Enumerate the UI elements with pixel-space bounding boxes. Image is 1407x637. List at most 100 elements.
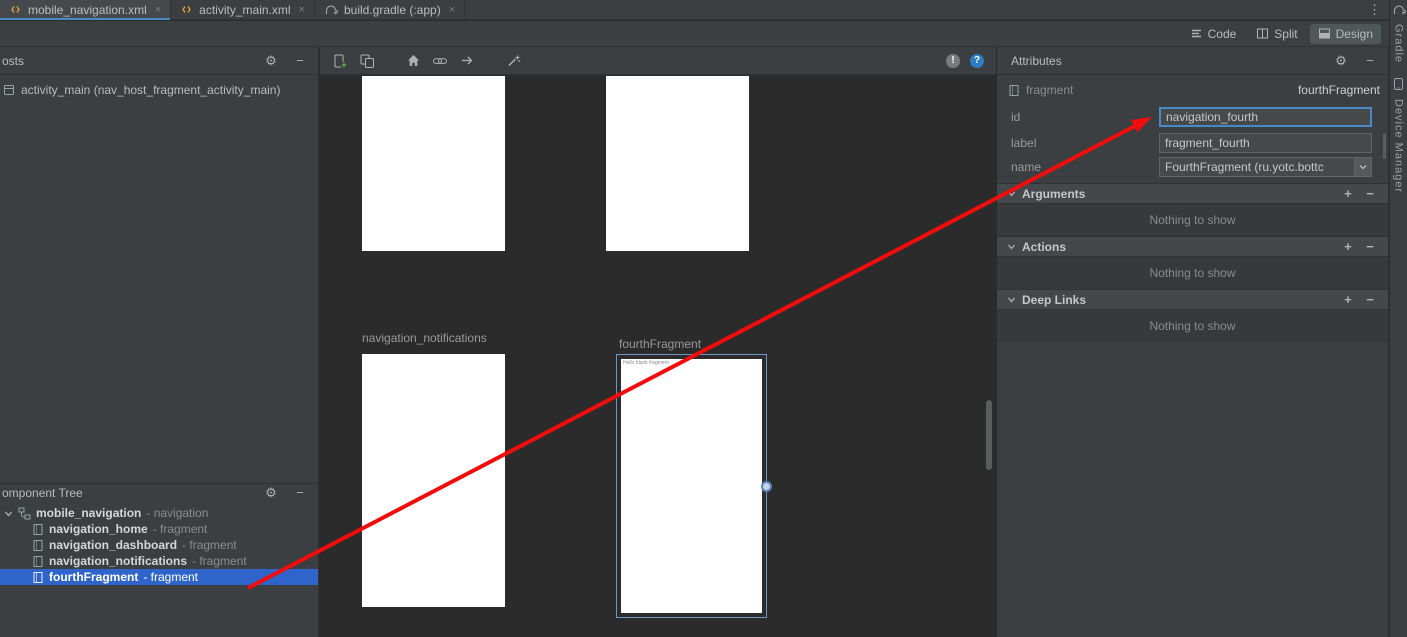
help-icon[interactable]: ? (970, 54, 984, 68)
chevron-down-icon (1007, 242, 1016, 251)
tree-item-name: navigation_home (49, 522, 148, 536)
action-arrow-icon[interactable] (459, 53, 475, 69)
design-surface[interactable]: ! ? navigation_notifications fourthFragm… (320, 47, 996, 637)
view-mode-label: Design (1336, 27, 1373, 41)
chevron-down-icon[interactable] (4, 509, 13, 518)
gear-icon[interactable]: ⚙ (263, 53, 279, 69)
remove-icon[interactable]: − (1362, 239, 1378, 255)
fragment-label-fourth[interactable]: fourthFragment (619, 337, 701, 351)
tab-label: activity_main.xml (199, 3, 290, 17)
link-icon[interactable] (432, 53, 448, 69)
tab-close-icon[interactable]: × (449, 4, 455, 16)
attribute-label: label (1011, 136, 1036, 150)
gear-icon[interactable]: ⚙ (263, 485, 279, 501)
gradle-icon (1392, 3, 1406, 16)
component-id: fourthFragment (1298, 83, 1380, 97)
id-input[interactable] (1159, 107, 1372, 127)
fragment-preview-2[interactable] (606, 76, 749, 251)
fragment-preview-1[interactable] (362, 76, 505, 251)
chevron-down-icon (1007, 295, 1016, 304)
fragment-icon (33, 539, 44, 552)
host-item-activity-main[interactable]: activity_main (nav_host_fragment_activit… (0, 75, 318, 97)
minimize-icon[interactable]: − (292, 53, 308, 69)
tree-item-fourth-fragment[interactable]: fourthFragment - fragment (0, 569, 318, 585)
component-tree-header: omponent Tree ⚙ − (0, 483, 318, 501)
fragment-icon (33, 523, 44, 536)
empty-message: Nothing to show (997, 310, 1388, 342)
attribute-label: name (1011, 160, 1041, 174)
gear-icon[interactable]: ⚙ (1333, 53, 1349, 69)
name-dropdown[interactable]: FourthFragment (ru.yotc.bottc (1159, 157, 1372, 177)
auto-arrange-icon[interactable] (505, 53, 521, 69)
fragment-preview-content: Hello blank fragment (621, 359, 762, 613)
tree-item-type: - fragment (153, 522, 208, 536)
tree-item-name: navigation_dashboard (49, 538, 177, 552)
tree-item-navigation-notifications[interactable]: navigation_notifications - fragment (0, 553, 318, 569)
remove-icon[interactable]: − (1362, 292, 1378, 308)
tree-item-navigation-dashboard[interactable]: navigation_dashboard - fragment (0, 537, 318, 553)
canvas-scrollbar[interactable] (986, 400, 992, 470)
hosts-panel: osts ⚙ − activity_main (nav_host_fragmen… (0, 47, 319, 637)
minimize-icon[interactable]: − (1362, 53, 1378, 69)
right-tool-strip: Gradle Device Manager (1390, 0, 1407, 637)
view-mode-split[interactable]: Split (1248, 24, 1305, 44)
view-mode-design[interactable]: Design (1310, 24, 1381, 44)
nested-graph-icon[interactable] (359, 53, 375, 69)
fragment-label-notifications[interactable]: navigation_notifications (362, 331, 487, 345)
remove-icon[interactable]: − (1362, 186, 1378, 202)
add-icon[interactable]: + (1340, 292, 1356, 308)
gradle-tool-button[interactable]: Gradle (1393, 24, 1405, 63)
device-manager-tool-button[interactable]: Device Manager (1393, 99, 1405, 193)
add-destination-icon[interactable] (332, 53, 348, 69)
tree-item-mobile-navigation[interactable]: mobile_navigation - navigation (0, 505, 318, 521)
tree-item-type: - fragment (192, 554, 247, 568)
tab-mobile-navigation-xml[interactable]: mobile_navigation.xml × (0, 0, 171, 19)
tree-item-type: - navigation (146, 506, 208, 520)
view-mode-code[interactable]: Code (1182, 24, 1245, 44)
section-title: Arguments (1022, 187, 1334, 201)
add-icon[interactable]: + (1340, 186, 1356, 202)
design-icon (1318, 27, 1331, 40)
component-type: fragment (1026, 83, 1292, 97)
view-mode-bar: Code Split Design (0, 21, 1389, 47)
warning-indicator[interactable]: ! (946, 54, 960, 68)
attributes-scrollbar[interactable] (1383, 133, 1386, 159)
xml-file-icon (9, 3, 22, 16)
section-header-actions[interactable]: Actions + − (997, 236, 1388, 257)
component-tree: mobile_navigation - navigation navigatio… (0, 505, 318, 585)
label-input[interactable] (1159, 133, 1372, 153)
add-icon[interactable]: + (1340, 239, 1356, 255)
section-header-arguments[interactable]: Arguments + − (997, 183, 1388, 204)
tree-item-name: mobile_navigation (36, 506, 141, 520)
nav-graph-icon (18, 507, 31, 520)
minimize-icon[interactable]: − (292, 485, 308, 501)
tab-label: build.gradle (:app) (344, 3, 441, 17)
activity-icon (3, 84, 15, 96)
tab-overflow-icon[interactable]: ⋮ (1360, 0, 1389, 19)
empty-message: Nothing to show (997, 257, 1388, 289)
home-icon[interactable] (405, 53, 421, 69)
tree-item-navigation-home[interactable]: navigation_home - fragment (0, 521, 318, 537)
fragment-icon (1009, 84, 1020, 97)
fragment-preview-fourth[interactable]: Hello blank fragment (616, 354, 767, 618)
view-mode-label: Split (1274, 27, 1297, 41)
dropdown-arrow-icon (1354, 158, 1371, 176)
tree-item-name: navigation_notifications (49, 554, 187, 568)
tab-activity-main-xml[interactable]: activity_main.xml × (171, 0, 315, 19)
fragment-preview-notifications[interactable] (362, 354, 505, 607)
attribute-row-name: name FourthFragment (ru.yotc.bottc (997, 155, 1388, 179)
attributes-panel: Attributes ⚙ − fragment fourthFragment i… (997, 47, 1389, 637)
tab-close-icon[interactable]: × (299, 4, 305, 16)
section-header-deep-links[interactable]: Deep Links + − (997, 289, 1388, 310)
selection-handle[interactable] (761, 481, 772, 492)
tree-item-type: - fragment (182, 538, 237, 552)
tab-close-icon[interactable]: × (155, 4, 161, 16)
section-title: Actions (1022, 240, 1334, 254)
tab-build-gradle[interactable]: build.gradle (:app) × (315, 0, 465, 19)
hosts-panel-header: osts ⚙ − (0, 47, 318, 75)
component-tree-title: omponent Tree (2, 486, 250, 500)
view-mode-label: Code (1208, 27, 1237, 41)
xml-file-icon (180, 3, 193, 16)
selected-component-row: fragment fourthFragment (997, 80, 1388, 100)
tab-label: mobile_navigation.xml (28, 3, 147, 17)
